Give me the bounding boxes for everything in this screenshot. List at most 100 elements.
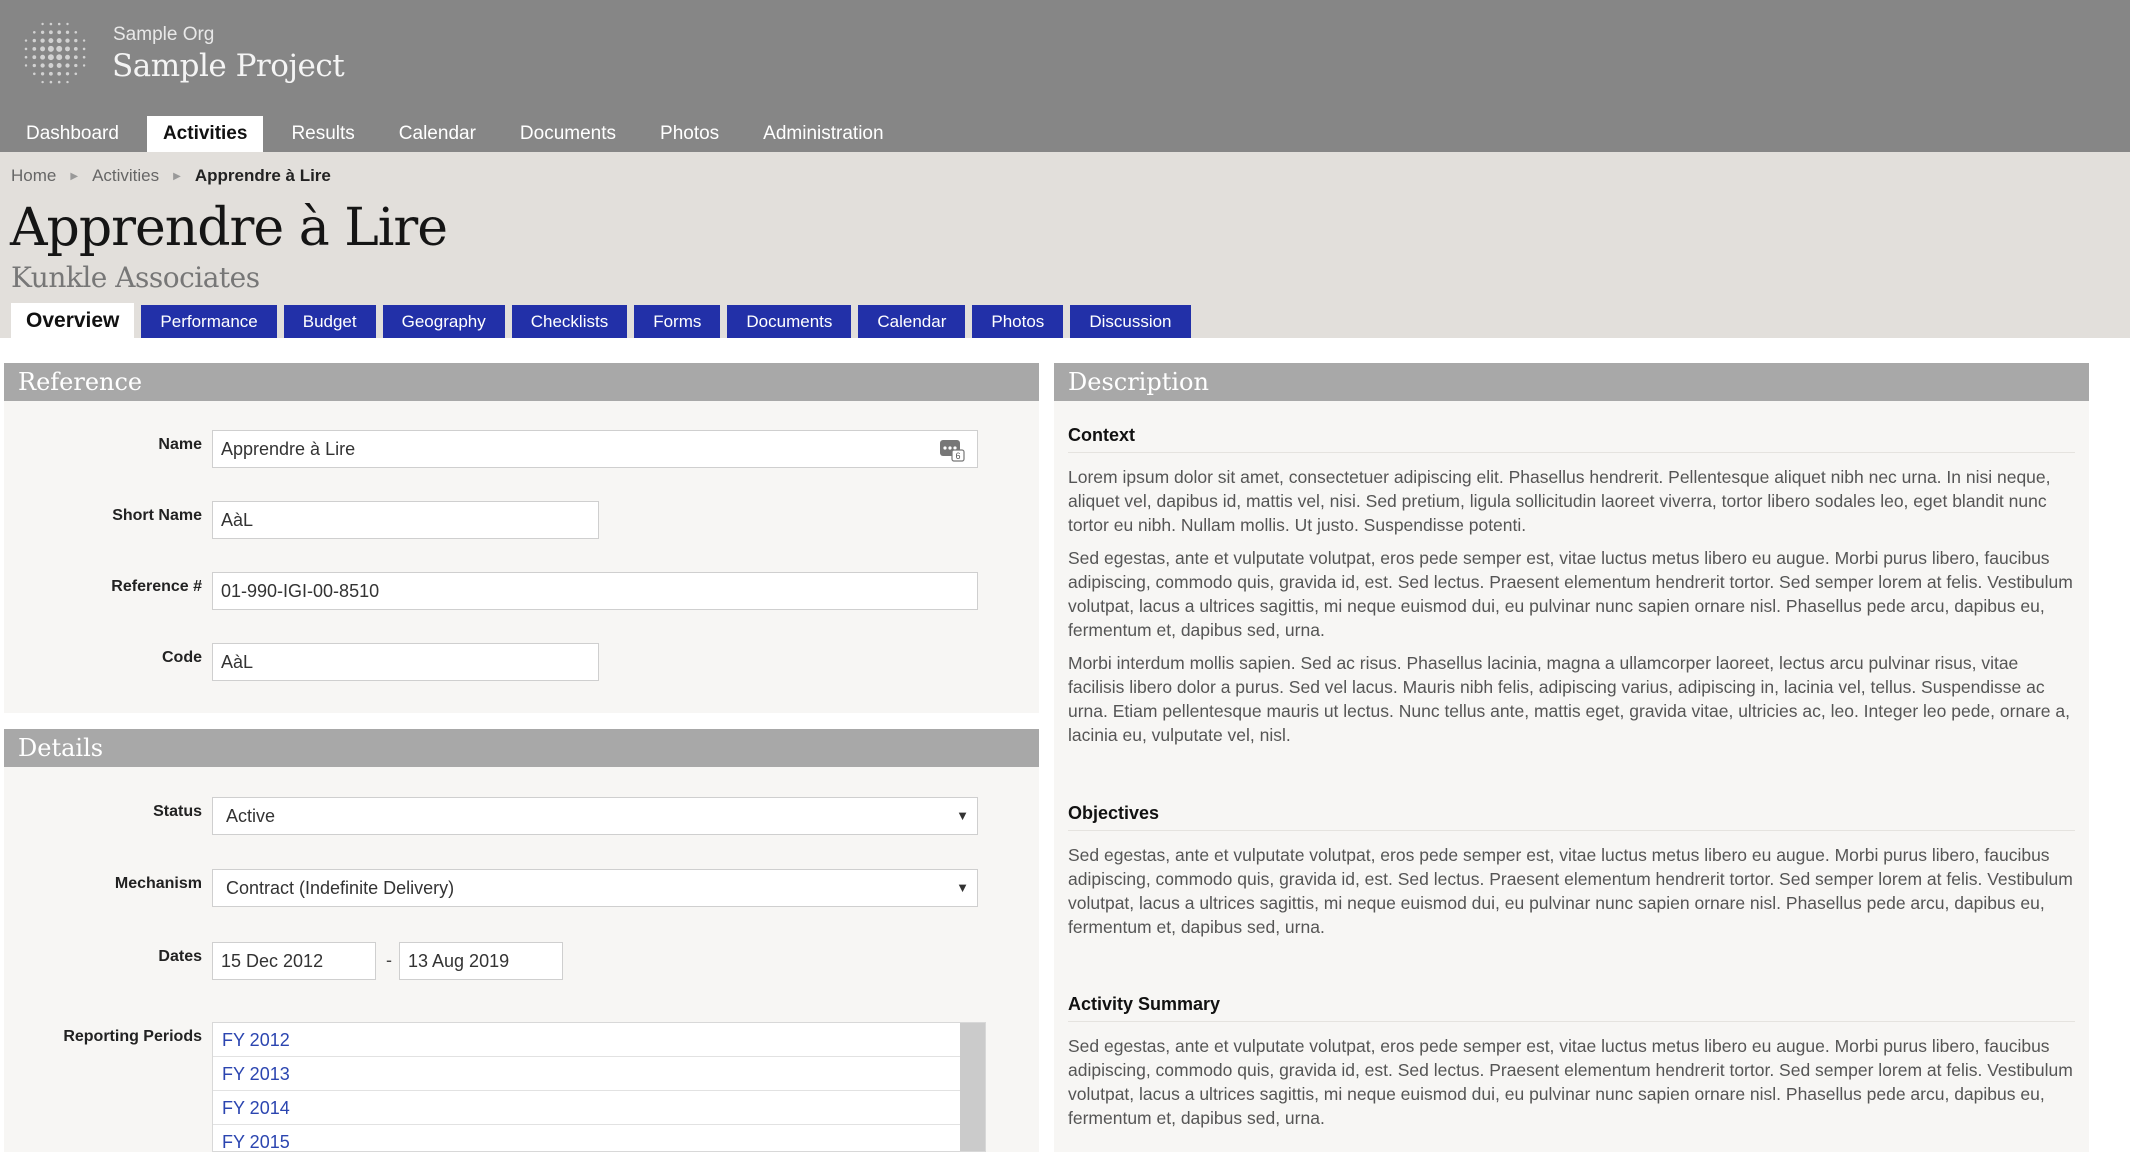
globe-dot bbox=[40, 46, 46, 52]
globe-logo-icon[interactable] bbox=[20, 18, 90, 88]
mechanism-select[interactable]: Contract (Indefinite Delivery) ▼ bbox=[212, 869, 978, 907]
nav-activities[interactable]: Activities bbox=[146, 116, 264, 152]
breadcrumb-activities[interactable]: Activities bbox=[92, 166, 159, 186]
project-name[interactable]: Sample Project bbox=[112, 48, 345, 84]
globe-dot bbox=[73, 55, 78, 60]
activity-summary-heading: Activity Summary bbox=[1068, 994, 2075, 1022]
tab-budget[interactable]: Budget bbox=[283, 305, 376, 338]
globe-dot bbox=[49, 71, 53, 76]
globe-dot bbox=[56, 63, 62, 68]
activity-summary-section: Activity Summary Sed egestas, ante et vu… bbox=[1068, 994, 2075, 1130]
globe-dot bbox=[82, 39, 86, 42]
globe-dot bbox=[56, 54, 63, 61]
tab-overview[interactable]: Overview bbox=[11, 303, 135, 338]
globe-dot bbox=[65, 63, 70, 68]
name-value: Apprendre à Lire bbox=[221, 439, 356, 459]
globe-dot bbox=[66, 22, 69, 26]
globe-dot bbox=[65, 72, 70, 76]
tab-calendar[interactable]: Calendar bbox=[858, 305, 966, 338]
globe-dot bbox=[74, 63, 78, 68]
globe-dot bbox=[41, 22, 44, 26]
globe-dot bbox=[57, 22, 61, 26]
globe-dot bbox=[57, 80, 61, 84]
globe-dot bbox=[32, 72, 36, 76]
tab-forms[interactable]: Forms bbox=[634, 305, 721, 338]
breadcrumb-separator-icon: ▶ bbox=[70, 170, 79, 182]
reporting-periods-list[interactable]: FY 2012 FY 2013 FY 2014 FY 2015 bbox=[212, 1022, 986, 1152]
code-label: Code bbox=[162, 649, 202, 666]
description-panel: Description Context Lorem ipsum dolor si… bbox=[1054, 363, 2089, 1152]
globe-dot bbox=[65, 38, 70, 43]
code-field[interactable]: AàL bbox=[212, 643, 599, 681]
period-fy-2015[interactable]: FY 2015 bbox=[213, 1125, 961, 1151]
globe-dot bbox=[74, 72, 78, 76]
globe-dot bbox=[65, 54, 70, 60]
nav-documents[interactable]: Documents bbox=[504, 116, 632, 152]
details-panel: Details Status Active ▼ Mechanism Contra… bbox=[4, 729, 1039, 1152]
page-subtitle: Kunkle Associates bbox=[11, 261, 260, 294]
nav-photos[interactable]: Photos bbox=[644, 116, 735, 152]
globe-dot bbox=[40, 38, 45, 43]
status-value: Active bbox=[226, 806, 276, 826]
tab-photos[interactable]: Photos bbox=[972, 305, 1064, 338]
globe-dot bbox=[82, 64, 86, 67]
end-date-field[interactable]: 13 Aug 2019 bbox=[399, 942, 563, 980]
mechanism-value: Contract (Indefinite Delivery) bbox=[226, 878, 455, 898]
nav-administration[interactable]: Administration bbox=[747, 116, 899, 152]
globe-dot bbox=[73, 47, 78, 51]
period-fy-2013[interactable]: FY 2013 bbox=[213, 1057, 961, 1091]
short-name-field[interactable]: AàL bbox=[212, 501, 599, 539]
objectives-heading: Objectives bbox=[1068, 803, 2075, 831]
dates-label: Dates bbox=[158, 948, 202, 965]
period-list-scrollbar[interactable] bbox=[960, 1023, 985, 1151]
globe-dot bbox=[56, 38, 62, 44]
tab-discussion[interactable]: Discussion bbox=[1070, 305, 1191, 338]
short-name-label: Short Name bbox=[112, 507, 202, 524]
globe-dot bbox=[48, 38, 54, 44]
globe-dot bbox=[57, 71, 62, 76]
details-header: Details bbox=[4, 729, 1039, 767]
globe-dot bbox=[24, 55, 28, 59]
globe-dot bbox=[32, 38, 36, 43]
globe-dot bbox=[49, 30, 53, 35]
period-fy-2014[interactable]: FY 2014 bbox=[213, 1091, 961, 1125]
dropdown-arrow-icon: ▼ bbox=[956, 880, 969, 895]
tab-checklists[interactable]: Checklists bbox=[511, 305, 628, 338]
status-select[interactable]: Active ▼ bbox=[212, 797, 978, 835]
context-paragraph-3: Morbi interdum mollis sapien. Sed ac ris… bbox=[1068, 653, 2070, 745]
nav-dashboard[interactable]: Dashboard bbox=[10, 116, 135, 152]
globe-dot bbox=[65, 46, 70, 52]
globe-dot bbox=[40, 63, 45, 68]
reporting-periods-label: Reporting Periods bbox=[63, 1028, 202, 1045]
tab-performance[interactable]: Performance bbox=[141, 305, 277, 338]
globe-dot bbox=[40, 72, 45, 76]
app-header: Sample Org Sample Project Dashboard Acti… bbox=[0, 0, 2130, 152]
globe-dot bbox=[32, 47, 37, 51]
translation-count: 6 bbox=[955, 451, 960, 461]
globe-dot bbox=[48, 63, 54, 68]
breadcrumb: Home ▶ Activities ▶ Apprendre à Lire bbox=[11, 166, 331, 186]
translation-badge-icon[interactable]: 6 bbox=[939, 438, 965, 462]
tab-geography[interactable]: Geography bbox=[382, 305, 505, 338]
main-nav: Dashboard Activities Results Calendar Do… bbox=[10, 116, 912, 152]
globe-dot bbox=[24, 47, 28, 51]
activity-tabs: Overview Performance Budget Geography Ch… bbox=[11, 303, 1198, 338]
tab-documents[interactable]: Documents bbox=[727, 305, 852, 338]
globe-dot bbox=[24, 64, 28, 67]
context-paragraph-1: Lorem ipsum dolor sit amet, consectetuer… bbox=[1068, 467, 2051, 535]
nav-calendar[interactable]: Calendar bbox=[383, 116, 492, 152]
globe-dot bbox=[56, 45, 63, 52]
globe-dot bbox=[66, 80, 69, 84]
name-field[interactable]: Apprendre à Lire 6 bbox=[212, 430, 978, 468]
globe-dot bbox=[32, 63, 36, 68]
globe-dot bbox=[49, 80, 53, 84]
breadcrumb-separator-icon: ▶ bbox=[173, 170, 181, 182]
period-fy-2012[interactable]: FY 2012 bbox=[213, 1023, 961, 1057]
start-date-field[interactable]: 15 Dec 2012 bbox=[212, 942, 376, 980]
activity-summary-paragraph: Sed egestas, ante et vulputate volutpat,… bbox=[1068, 1036, 2073, 1128]
globe-dot bbox=[24, 39, 28, 42]
globe-dot bbox=[40, 30, 45, 34]
nav-results[interactable]: Results bbox=[275, 116, 370, 152]
breadcrumb-home[interactable]: Home bbox=[11, 166, 56, 186]
reference-number-field[interactable]: 01-990-IGI-00-8510 bbox=[212, 572, 978, 610]
